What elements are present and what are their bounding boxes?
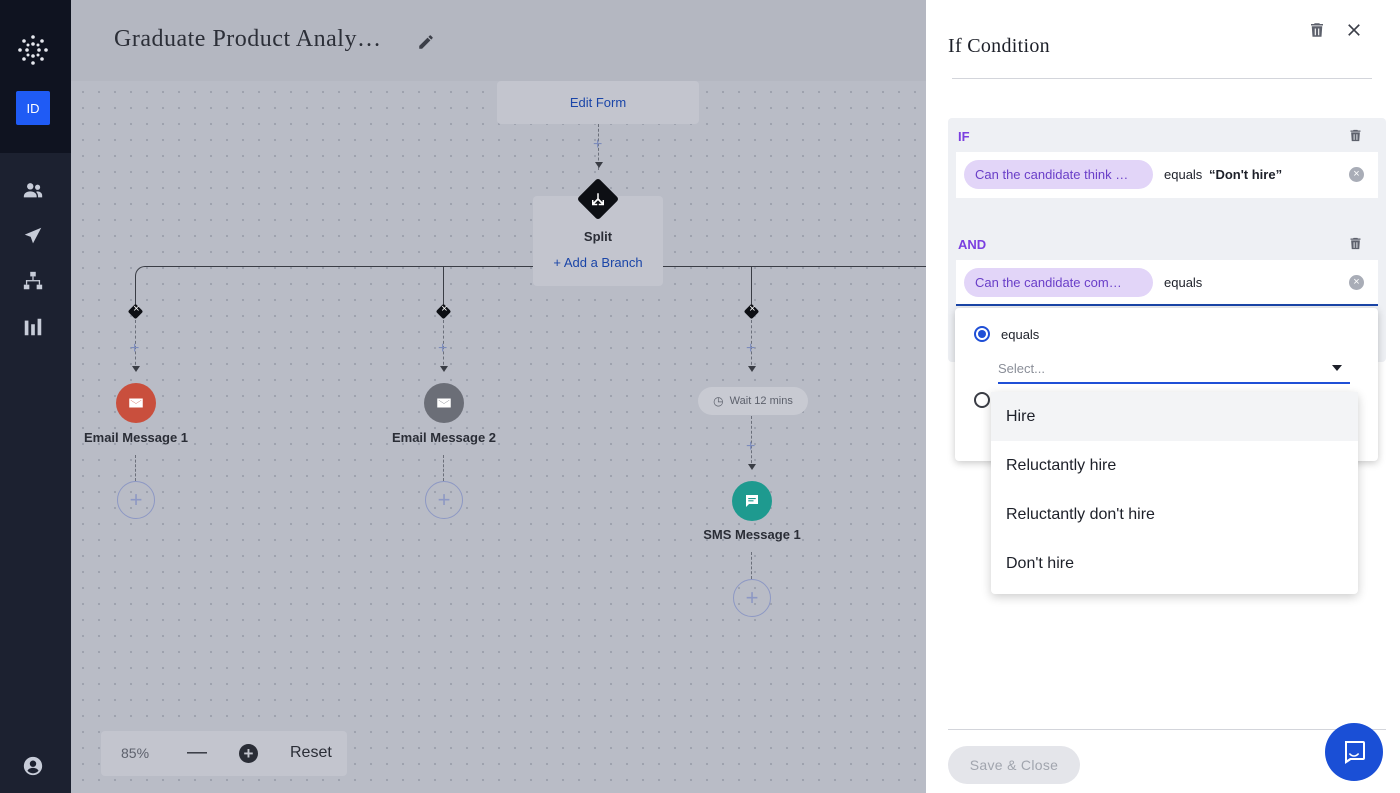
zoom-out-button[interactable]: —	[187, 741, 207, 764]
zoom-controls: 85% — + Reset	[101, 731, 347, 776]
nav-header	[0, 0, 71, 153]
equals-radio-label[interactable]: equals	[1001, 327, 1039, 342]
branch-remove-icon[interactable]	[743, 303, 760, 320]
value-select[interactable]: Select...	[998, 358, 1350, 384]
clear-icon[interactable]: ×	[1349, 275, 1364, 290]
condition-panel: If Condition IF Can the candidate think …	[926, 0, 1400, 793]
equals-radio[interactable]	[974, 326, 990, 342]
edit-form-link[interactable]: Edit Form	[570, 95, 626, 110]
add-step-button[interactable]: +	[425, 481, 463, 519]
add-step-icon[interactable]: +	[746, 341, 755, 357]
wait-label: Wait 12 mins	[729, 395, 793, 407]
wait-step[interactable]: ◷ Wait 12 mins	[698, 387, 808, 415]
add-step-button[interactable]: +	[117, 481, 155, 519]
reset-zoom-button[interactable]: Reset	[290, 744, 332, 762]
save-close-button[interactable]: Save & Close	[948, 746, 1080, 784]
add-step-button[interactable]: +	[733, 579, 771, 617]
chat-launcher-button[interactable]	[1325, 723, 1383, 781]
account-icon[interactable]	[22, 755, 44, 777]
add-branch-link[interactable]: + Add a Branch	[533, 255, 663, 270]
divider	[948, 729, 1386, 730]
add-step-icon[interactable]: +	[593, 137, 602, 153]
add-step-icon[interactable]: +	[438, 341, 447, 357]
chat-icon	[746, 495, 758, 507]
split-icon	[592, 193, 604, 206]
option-reluctantly-hire[interactable]: Reluctantly hire	[991, 441, 1358, 490]
field-chip[interactable]: Can the candidate com…	[964, 268, 1153, 297]
close-icon[interactable]	[1344, 20, 1366, 42]
sms-node-1[interactable]	[732, 481, 772, 521]
branch-line	[146, 266, 533, 267]
arrow-icon	[595, 162, 603, 168]
alt-operator-radio[interactable]	[974, 392, 990, 408]
email-node-1[interactable]	[116, 383, 156, 423]
value-options-menu: Hire Reluctantly hire Reluctantly don't …	[991, 392, 1358, 594]
workspace-badge[interactable]: ID	[16, 91, 50, 125]
operator-label: equals	[1164, 167, 1203, 182]
logo-icon[interactable]	[17, 34, 49, 66]
caret-down-icon[interactable]	[1332, 365, 1342, 371]
arrow-icon	[748, 464, 756, 470]
condition-row[interactable]: Can the candidate com… equals ×	[956, 260, 1378, 306]
bar-chart-icon[interactable]	[22, 316, 44, 338]
divider	[952, 78, 1372, 79]
add-step-icon[interactable]: +	[746, 439, 755, 455]
connector	[443, 455, 444, 481]
operator-label: equals	[1164, 275, 1203, 290]
branch-remove-icon[interactable]	[435, 303, 452, 320]
condition-row[interactable]: Can the candidate think … equals “Don't …	[956, 152, 1378, 198]
add-step-icon[interactable]: +	[130, 341, 139, 357]
connector	[135, 455, 136, 481]
pencil-icon[interactable]	[417, 33, 437, 53]
send-icon[interactable]	[22, 225, 44, 247]
node-label: Email Message 2	[391, 430, 497, 445]
left-nav: ID	[0, 0, 71, 793]
option-dont-hire[interactable]: Don't hire	[991, 539, 1358, 588]
email-node-2[interactable]	[424, 383, 464, 423]
zoom-level: 85%	[121, 745, 150, 761]
trash-icon[interactable]	[1348, 128, 1364, 144]
connector	[751, 552, 752, 579]
arrow-icon	[132, 366, 140, 372]
trash-icon[interactable]	[1308, 21, 1328, 41]
people-icon[interactable]	[22, 179, 44, 201]
field-chip[interactable]: Can the candidate think …	[964, 160, 1153, 189]
condition-operator[interactable]: equals “Don't hire”	[1164, 167, 1282, 182]
node-label: SMS Message 1	[703, 527, 801, 542]
org-chart-icon[interactable]	[22, 270, 44, 292]
branch-remove-icon[interactable]	[127, 303, 144, 320]
mail-icon	[437, 398, 451, 408]
trash-icon[interactable]	[1348, 236, 1364, 252]
flow-canvas[interactable]: Graduate Product Analy… Edit Form + Spli…	[71, 0, 926, 793]
condition-value: “Don't hire”	[1208, 167, 1283, 182]
branch-line	[751, 266, 752, 305]
edit-form-card[interactable]: Edit Form	[497, 81, 699, 124]
and-keyword: AND	[958, 237, 987, 252]
split-label: Split	[583, 229, 613, 244]
panel-title: If Condition	[948, 35, 1050, 57]
clock-icon: ◷	[713, 394, 724, 408]
branch-line	[443, 266, 444, 305]
node-label: Email Message 1	[83, 430, 189, 445]
flow-title: Graduate Product Analy…	[114, 26, 382, 52]
option-reluctantly-dont-hire[interactable]: Reluctantly don't hire	[991, 490, 1358, 539]
branch-line	[663, 266, 926, 267]
option-hire[interactable]: Hire	[991, 392, 1358, 441]
condition-operator[interactable]: equals	[1164, 275, 1202, 290]
branch-line	[135, 277, 136, 305]
zoom-in-button[interactable]: +	[239, 744, 258, 763]
if-keyword: IF	[958, 129, 970, 144]
clear-icon[interactable]: ×	[1349, 167, 1364, 182]
branch-corner	[135, 266, 147, 278]
mail-icon	[129, 398, 143, 408]
select-placeholder: Select...	[998, 361, 1045, 376]
arrow-icon	[440, 366, 448, 372]
arrow-icon	[748, 366, 756, 372]
chat-icon	[1345, 741, 1365, 764]
